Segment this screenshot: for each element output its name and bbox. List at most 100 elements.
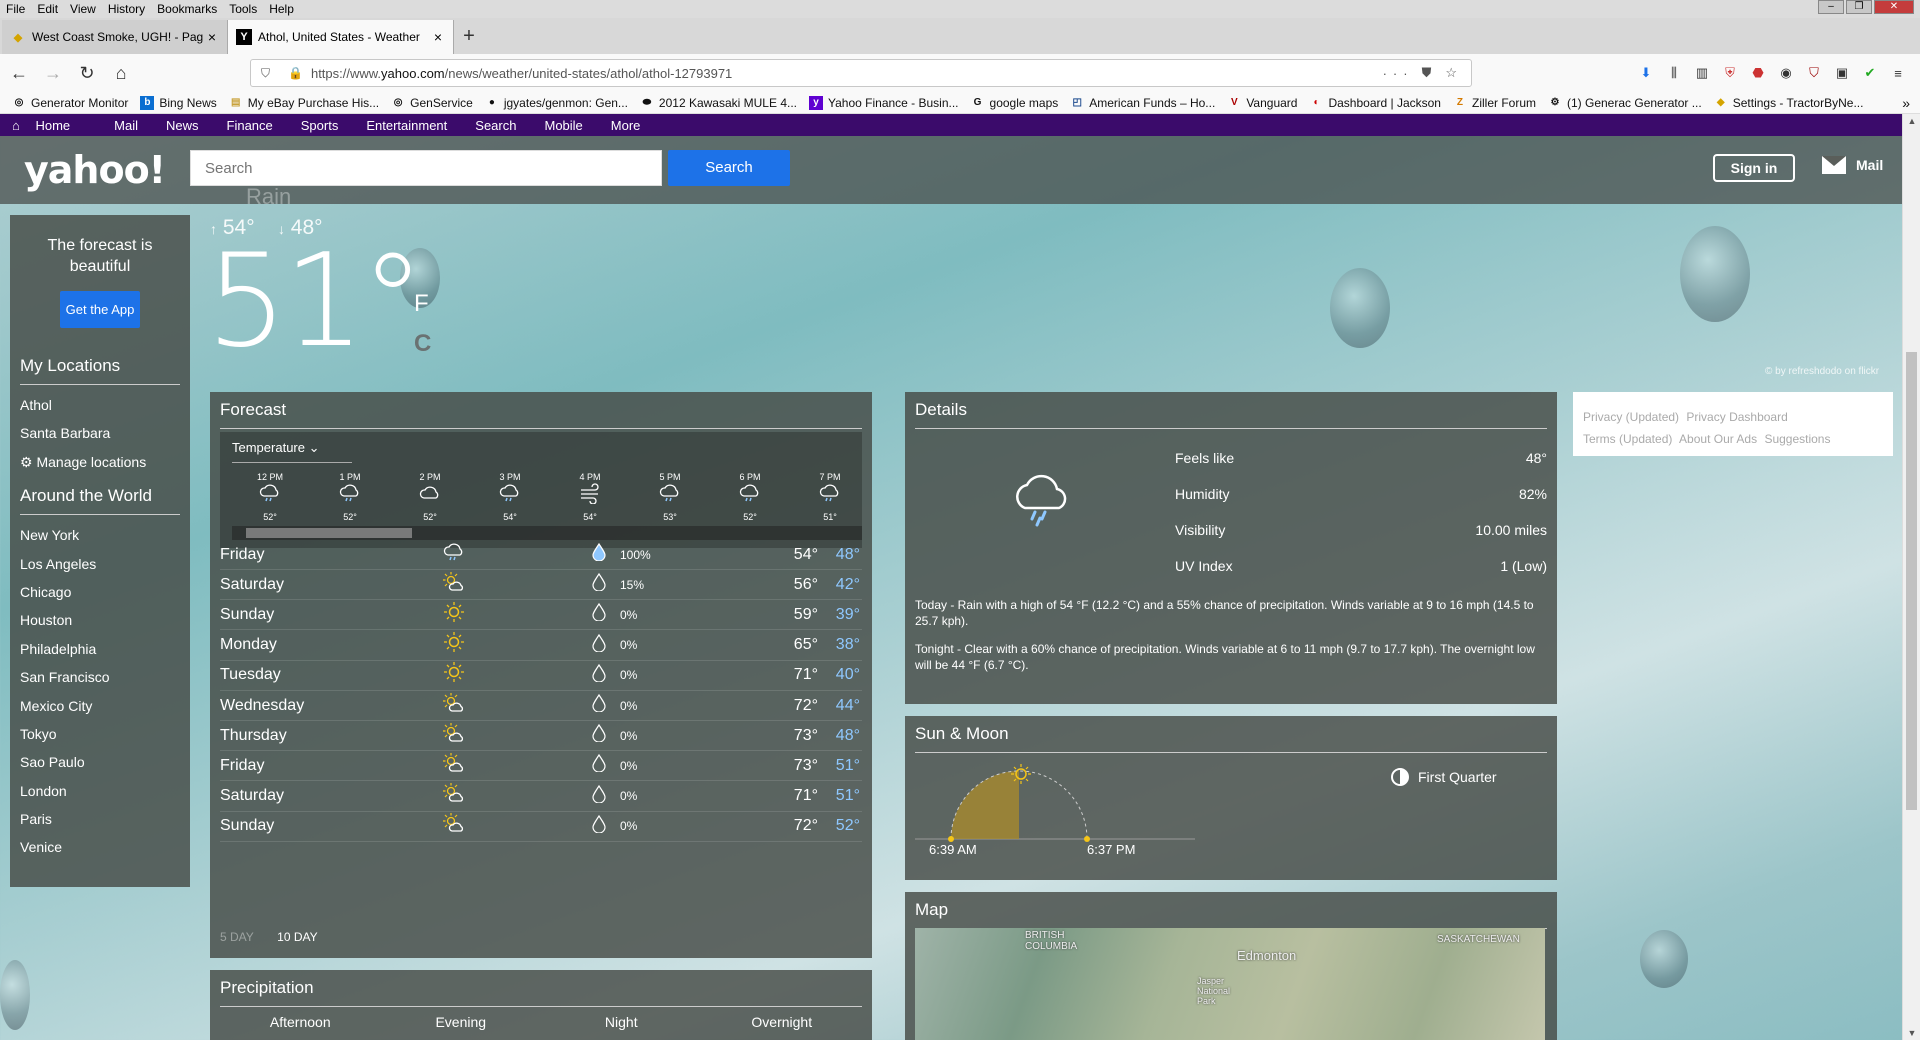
bookmark-item[interactable]: ▤ My eBay Purchase His... (229, 96, 379, 110)
tab-evening[interactable]: Evening (381, 1014, 542, 1030)
close-tab-icon[interactable]: × (205, 29, 219, 45)
extension-icon[interactable]: ▣ (1830, 62, 1854, 84)
adblock-icon[interactable]: ⬣ (1746, 62, 1770, 84)
menu-edit[interactable]: Edit (37, 2, 58, 16)
menu-tools[interactable]: Tools (229, 2, 257, 16)
unit-fahrenheit[interactable]: F (414, 290, 429, 318)
sidebar-icon[interactable]: ▥ (1690, 62, 1714, 84)
nav-mail[interactable]: Mail (114, 118, 138, 133)
world-city-link[interactable]: Philadelphia (20, 635, 190, 663)
five-day-toggle[interactable]: 5 DAY (220, 930, 254, 944)
nav-sports[interactable]: Sports (301, 118, 339, 133)
new-tab-icon[interactable]: + (454, 20, 484, 54)
daily-forecast-row[interactable]: Saturday 0% 71° 51° (220, 782, 862, 812)
bookmark-item[interactable]: V Vanguard (1227, 96, 1298, 110)
pocket-icon[interactable]: ⛊ (1422, 65, 1438, 81)
bookmark-item[interactable]: ◐ Dashboard | Jackson (1309, 96, 1441, 110)
reload-icon[interactable]: ↻ (72, 58, 102, 88)
world-city-link[interactable]: San Francisco (20, 663, 190, 691)
tab-night[interactable]: Night (541, 1014, 702, 1030)
search-input[interactable] (190, 150, 662, 186)
world-city-link[interactable]: Chicago (20, 578, 190, 606)
world-city-link[interactable]: Paris (20, 805, 190, 833)
sign-in-button[interactable]: Sign in (1713, 154, 1795, 182)
photo-credit[interactable]: © by refreshdodo on flickr (1765, 366, 1879, 377)
daily-forecast-row[interactable]: Friday 0% 73° 51° (220, 751, 862, 782)
privacy-link[interactable]: Privacy (Updated) (1583, 410, 1679, 424)
page-actions-icon[interactable]: ··· (1383, 66, 1414, 81)
nav-search[interactable]: Search (475, 118, 516, 133)
nav-home[interactable]: ⌂ Home (12, 118, 86, 133)
daily-forecast-row[interactable]: Sunday 0% 72° 52° (220, 812, 862, 842)
world-city-link[interactable]: London (20, 777, 190, 805)
nav-finance[interactable]: Finance (227, 118, 273, 133)
scrollbar-thumb[interactable] (1906, 352, 1917, 810)
bookmark-item[interactable]: b Bing News (140, 95, 217, 110)
bookmark-item[interactable]: ◎ Generator Monitor (12, 96, 129, 110)
menu-help[interactable]: Help (269, 2, 294, 16)
close-tab-icon[interactable]: × (431, 29, 445, 45)
weather-map[interactable]: BRITISH COLUMBIA Edmonton SASKATCHEWAN J… (915, 928, 1545, 1040)
tracking-shield-icon[interactable]: ⛉ (261, 66, 270, 81)
menu-history[interactable]: History (108, 2, 145, 16)
checkmark-extension-icon[interactable]: ✔ (1858, 62, 1882, 84)
manage-locations-link[interactable]: ⚙ Manage locations (20, 448, 190, 476)
hamburger-menu-icon[interactable]: ≡ (1886, 62, 1910, 84)
tab-afternoon[interactable]: Afternoon (220, 1014, 381, 1030)
nav-more[interactable]: More (611, 118, 641, 133)
world-city-link[interactable]: Venice (20, 833, 190, 861)
bookmark-item[interactable]: Ggoogle maps (971, 96, 1059, 110)
scroll-up-icon[interactable]: ▲ (1903, 116, 1920, 126)
daily-forecast-row[interactable]: Tuesday 0% 71° 40° (220, 661, 862, 691)
page-scrollbar[interactable]: ▲ ▼ (1902, 114, 1920, 1040)
daily-forecast-row[interactable]: Monday 0% 65° 38° (220, 631, 862, 661)
download-icon[interactable]: ⬇ (1634, 62, 1658, 84)
location-link[interactable]: Santa Barbara (20, 419, 190, 447)
menu-bookmarks[interactable]: Bookmarks (157, 2, 217, 16)
tab-overnight[interactable]: Overnight (702, 1014, 863, 1030)
about-ads-link[interactable]: About Our Ads (1679, 432, 1757, 446)
world-city-link[interactable]: Tokyo (20, 720, 190, 748)
home-icon[interactable]: ⌂ (106, 58, 136, 88)
world-city-link[interactable]: Mexico City (20, 692, 190, 720)
back-icon[interactable]: ← (4, 58, 34, 88)
unit-celsius[interactable]: C (414, 330, 431, 358)
nav-news[interactable]: News (166, 118, 199, 133)
scroll-down-icon[interactable]: ▼ (1903, 1028, 1920, 1038)
lock-icon[interactable]: 🔒 (288, 66, 303, 80)
suggestions-link[interactable]: Suggestions (1764, 432, 1830, 446)
world-city-link[interactable]: New York (20, 521, 190, 549)
bookmark-item[interactable]: ⚙ (1) Generac Generator ... (1548, 96, 1702, 110)
hourly-scroll-thumb[interactable] (246, 528, 412, 538)
nav-entertainment[interactable]: Entertainment (366, 118, 447, 133)
bookmark-item[interactable]: ◰ American Funds – Ho... (1070, 96, 1216, 110)
bookmark-star-icon[interactable]: ☆ (1445, 65, 1463, 81)
privacy-dashboard-link[interactable]: Privacy Dashboard (1686, 410, 1787, 424)
forecast-type-select[interactable]: Temperature ⌄ (232, 440, 352, 463)
world-city-link[interactable]: Sao Paulo (20, 748, 190, 776)
mail-button[interactable]: Mail (1822, 156, 1883, 174)
bookmark-item[interactable]: y Yahoo Finance - Busin... (809, 95, 959, 110)
close-window-icon[interactable]: ✕ (1874, 0, 1914, 14)
location-link[interactable]: Athol (20, 391, 190, 419)
menu-view[interactable]: View (70, 2, 96, 16)
daily-forecast-row[interactable]: Saturday 15% 56° 42° (220, 570, 862, 601)
daily-forecast-row[interactable]: Thursday 0% 73° 48° (220, 721, 862, 752)
daily-forecast-row[interactable]: Wednesday 0% 72° 44° (220, 691, 862, 721)
yahoo-logo[interactable]: yahoo! (24, 148, 166, 192)
search-button[interactable]: Search (668, 150, 790, 186)
world-city-link[interactable]: Houston (20, 606, 190, 634)
restore-icon[interactable]: ❐ (1846, 0, 1872, 14)
library-icon[interactable]: ⫼ (1662, 62, 1686, 84)
get-app-button[interactable]: Get the App (59, 291, 141, 328)
bookmark-item[interactable]: Z Ziller Forum (1453, 96, 1536, 110)
bookmark-item[interactable]: ◎ GenService (391, 96, 473, 110)
nav-mobile[interactable]: Mobile (544, 118, 582, 133)
forward-icon[interactable]: → (38, 58, 68, 88)
bookmarks-overflow-icon[interactable]: » (1902, 95, 1910, 111)
ten-day-toggle[interactable]: 10 DAY (277, 930, 317, 944)
bookmark-item[interactable]: ◆ Settings - TractorByNe... (1714, 96, 1864, 110)
world-city-link[interactable]: Los Angeles (20, 550, 190, 578)
hourly-scrollbar[interactable] (232, 526, 862, 540)
browser-tab-active[interactable]: Y Athol, United States - Weather × (228, 20, 454, 54)
